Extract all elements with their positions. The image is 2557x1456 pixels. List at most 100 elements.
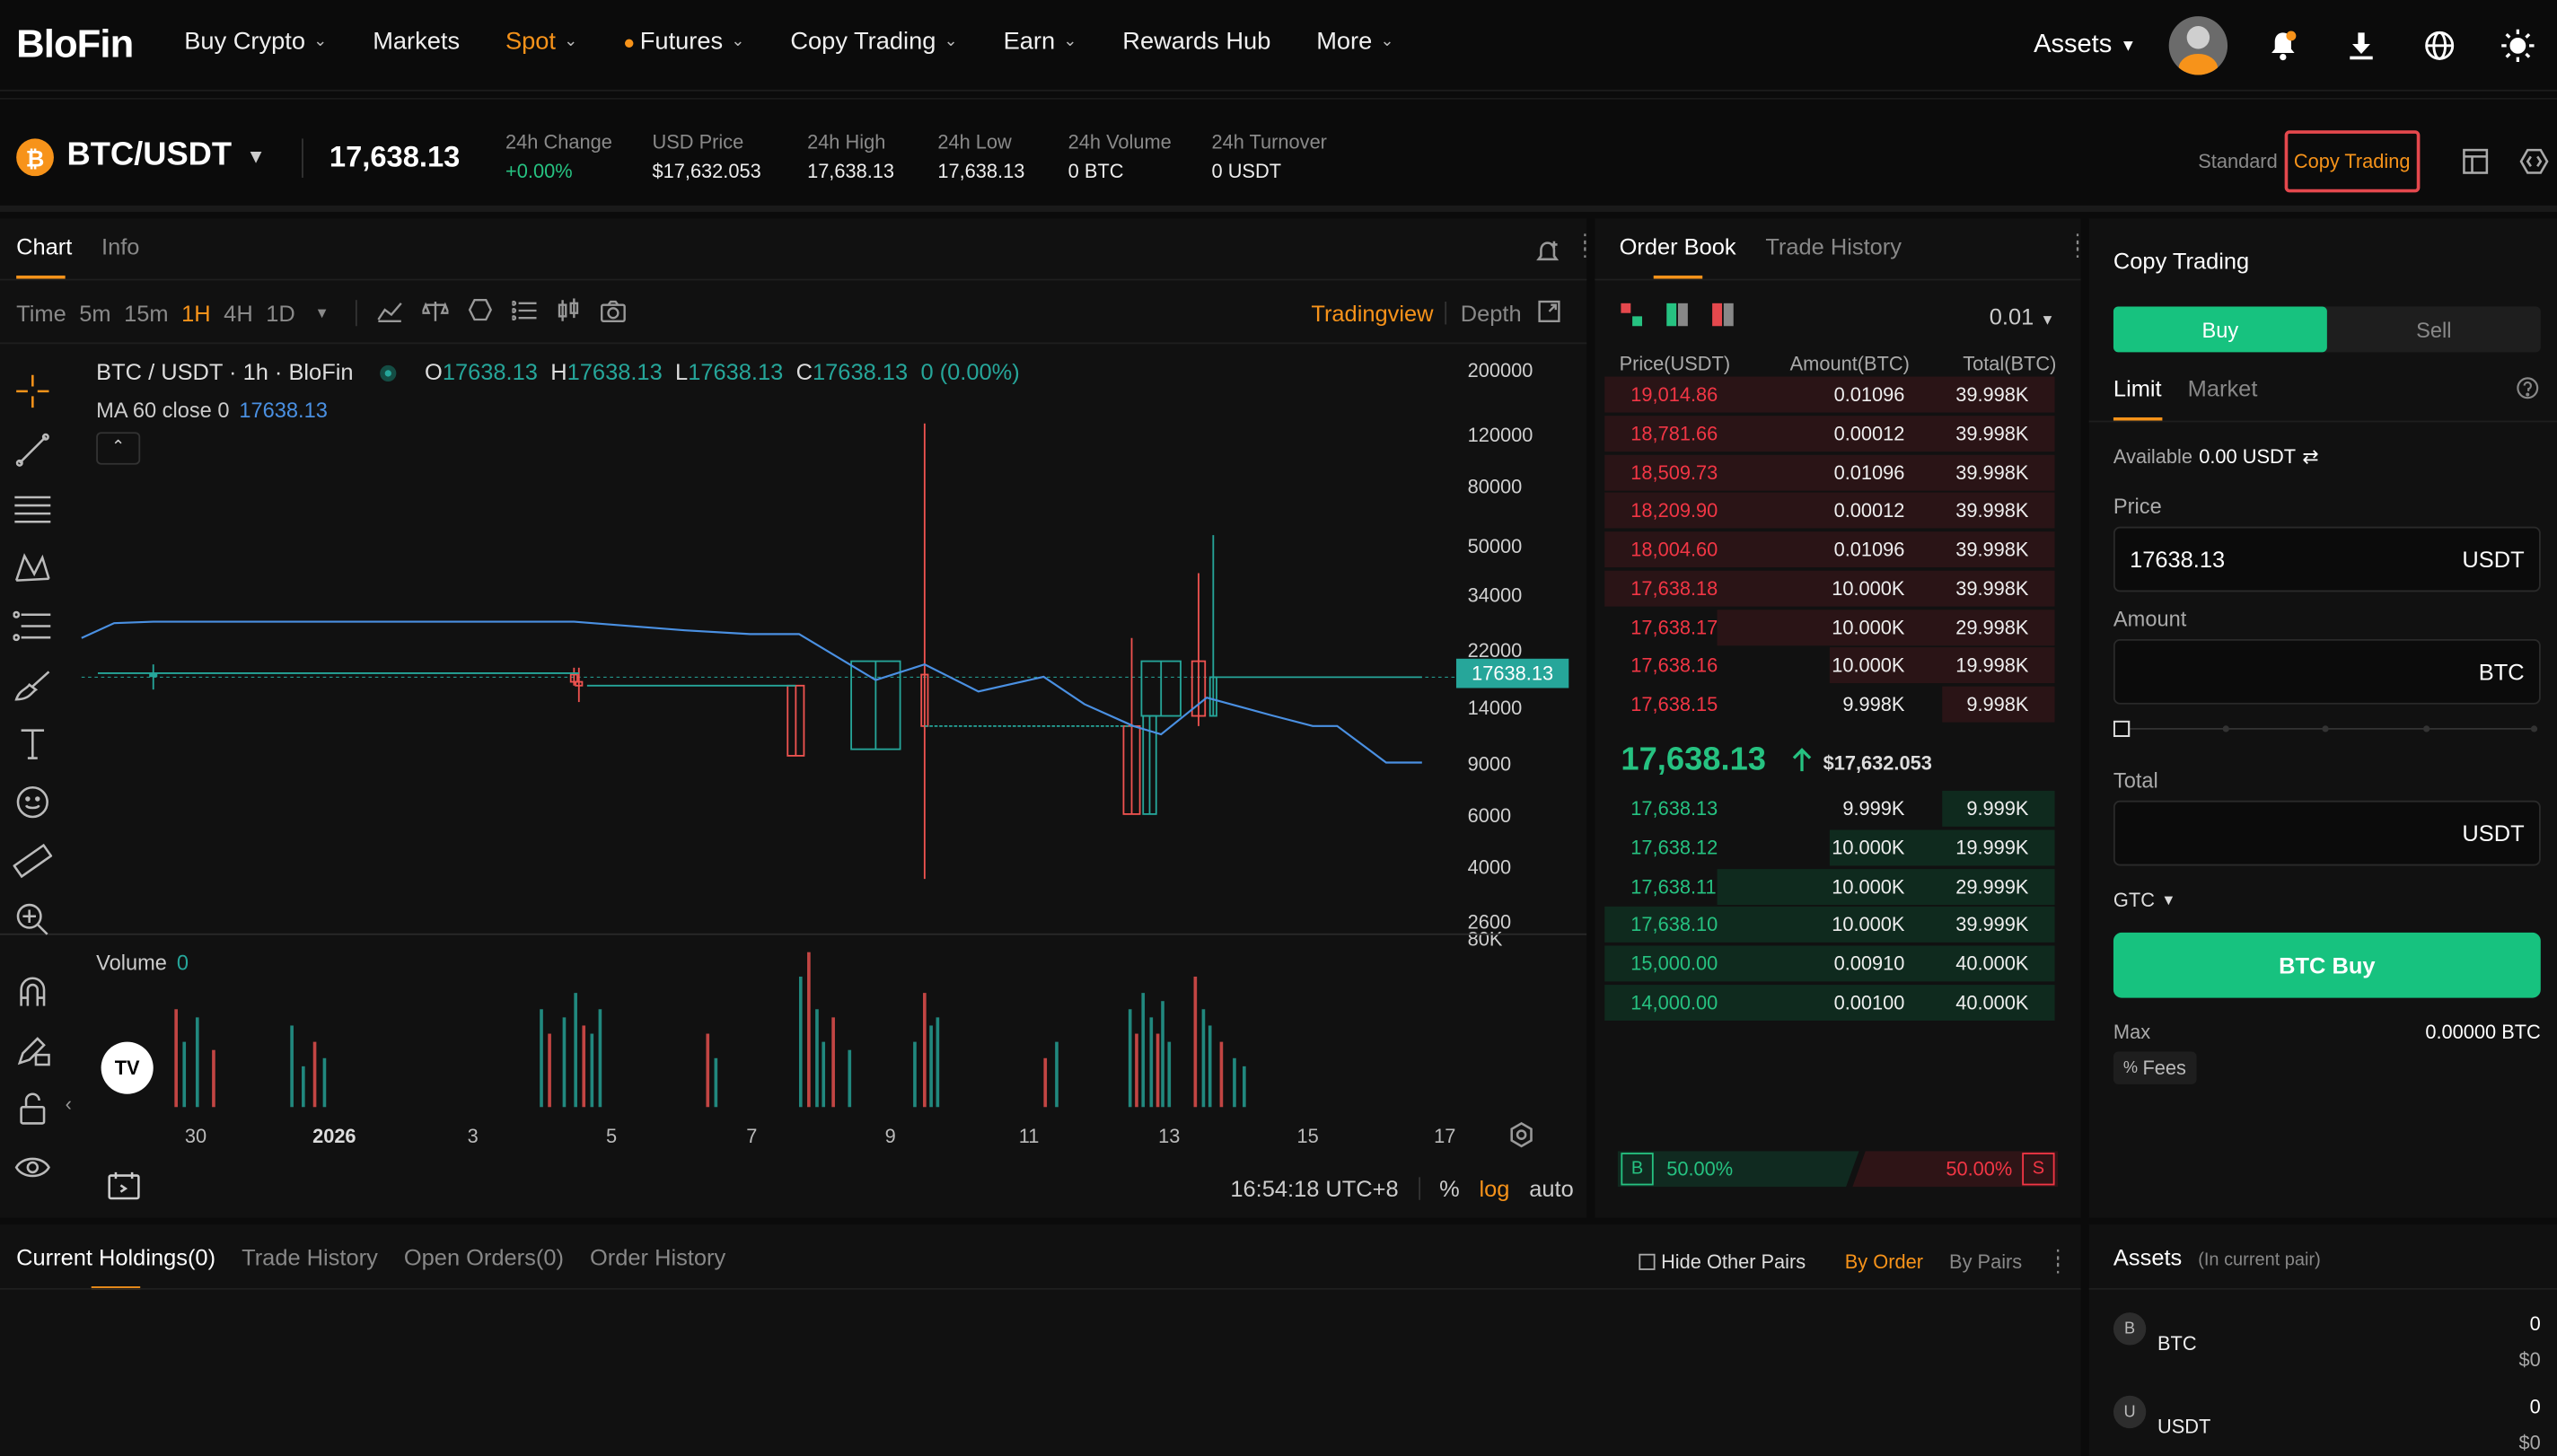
sell-tab[interactable]: Sell: [2327, 306, 2541, 352]
depth-button[interactable]: Depth: [1461, 300, 1522, 326]
ruler-icon[interactable]: [10, 831, 56, 890]
tab-trade-history[interactable]: Trade History: [242, 1244, 378, 1290]
ask-row[interactable]: 19,014.86 0.01096 39.998K: [1604, 376, 2055, 413]
timeframe-5m[interactable]: 5m: [79, 300, 110, 326]
ask-row[interactable]: 17,638.15 9.998K 9.998K: [1604, 686, 2055, 723]
bell-icon[interactable]: [2260, 22, 2306, 68]
percent-scale-button[interactable]: %: [1439, 1176, 1460, 1202]
assets-menu[interactable]: Assets ▼: [2034, 31, 2136, 61]
panel-menu-icon[interactable]: ⋮ ⋮: [2048, 1247, 2068, 1275]
total-input[interactable]: USDT: [2113, 800, 2541, 866]
bid-row[interactable]: 17,638.13 9.999K 9.999K: [1604, 790, 2055, 827]
nav-item-futures[interactable]: ● Futures ⌄: [623, 28, 744, 56]
magnet-icon[interactable]: [10, 962, 56, 1021]
chevron-down-icon[interactable]: ▼: [315, 305, 330, 321]
timeframe-1h[interactable]: 1H: [181, 300, 211, 326]
tab-current-holdings[interactable]: Current Holdings(0): [16, 1244, 215, 1290]
goto-date-icon[interactable]: [108, 1171, 140, 1205]
timeframe-15m[interactable]: 15m: [124, 300, 168, 326]
api-icon[interactable]: [2511, 138, 2557, 184]
ask-row[interactable]: 18,004.60 0.01096 39.998K: [1604, 531, 2055, 568]
emoji-icon[interactable]: [10, 773, 56, 831]
compare-icon[interactable]: [420, 299, 451, 327]
amount-slider[interactable]: [2113, 720, 2541, 737]
panel-menu-icon[interactable]: ⋮ ⋮: [1576, 232, 1595, 259]
fees-button[interactable]: % Fees: [2113, 1051, 2196, 1084]
ask-row[interactable]: 18,781.66 0.00012 39.998K: [1604, 415, 2055, 452]
candle-type-icon[interactable]: [556, 298, 580, 328]
settings-icon[interactable]: [1508, 1121, 1534, 1153]
mid-price[interactable]: 17,638.13: [1621, 741, 1766, 779]
bid-row[interactable]: 17,638.10 10.000K 39.999K: [1604, 907, 2055, 943]
tab-limit[interactable]: Limit: [2113, 375, 2162, 421]
text-tool-icon[interactable]: [10, 715, 56, 773]
panel-menu-icon[interactable]: ⋮ ⋮: [2068, 232, 2087, 259]
standard-mode-button[interactable]: Standard: [2192, 150, 2284, 172]
amount-input[interactable]: BTC: [2113, 638, 2541, 705]
bid-row[interactable]: 14,000.00 0.00100 40.000K: [1604, 984, 2055, 1021]
timeframe-4h[interactable]: 4H: [224, 300, 253, 326]
list-icon[interactable]: [511, 300, 537, 326]
timeframe-1d[interactable]: 1D: [266, 300, 295, 326]
log-scale-button[interactable]: log: [1479, 1176, 1509, 1202]
ask-row[interactable]: 18,509.73 0.01096 39.998K: [1604, 453, 2055, 490]
nav-item-markets[interactable]: Markets: [373, 28, 460, 56]
time-in-force-select[interactable]: GTC ▼: [2113, 889, 2176, 911]
tab-info[interactable]: Info: [101, 233, 139, 279]
tradingview-logo-icon[interactable]: TV: [101, 1041, 154, 1094]
layout-icon[interactable]: [2453, 138, 2499, 184]
by-order-button[interactable]: By Order: [1845, 1250, 1923, 1273]
bid-row[interactable]: 17,638.11 10.000K 29.999K: [1604, 868, 2055, 905]
bids-only-view-icon[interactable]: [1666, 303, 1689, 327]
timeframe-time[interactable]: Time: [16, 300, 66, 326]
crosshair-icon[interactable]: [10, 362, 56, 420]
tab-market[interactable]: Market: [2188, 375, 2258, 421]
pattern-icon[interactable]: [10, 538, 56, 596]
sun-icon[interactable]: [2495, 22, 2541, 68]
submit-buy-button[interactable]: BTC Buy: [2113, 932, 2541, 998]
by-pairs-button[interactable]: By Pairs: [1949, 1250, 2022, 1273]
horizontal-lines-icon[interactable]: [10, 479, 56, 538]
tab-order-history[interactable]: Order History: [590, 1244, 725, 1290]
both-sides-view-icon[interactable]: [1621, 303, 1643, 327]
edit-lock-icon[interactable]: [10, 1021, 56, 1079]
tab-trade-history[interactable]: Trade History: [1765, 233, 1902, 279]
tab-open-orders[interactable]: Open Orders(0): [404, 1244, 564, 1290]
bid-row[interactable]: 15,000.00 0.00910 40.000K: [1604, 945, 2055, 982]
fullscreen-icon[interactable]: [1538, 300, 1560, 328]
unlock-icon[interactable]: [10, 1079, 56, 1137]
help-icon[interactable]: [2517, 377, 2539, 405]
ask-row[interactable]: 18,209.90 0.00012 39.998K: [1604, 492, 2055, 529]
ask-row[interactable]: 17,638.17 10.000K 29.998K: [1604, 609, 2055, 645]
zoom-in-icon[interactable]: [10, 890, 56, 949]
pair-selector[interactable]: BTC/USDT: [66, 137, 232, 175]
tradingview-button[interactable]: Tradingview: [1311, 300, 1433, 326]
chevron-down-icon[interactable]: ▼: [246, 145, 266, 168]
nav-item-more[interactable]: More ⌄: [1316, 28, 1393, 56]
nav-item-spot[interactable]: Spot ⌄: [505, 28, 577, 56]
nav-item-copy-trading[interactable]: Copy Trading ⌄: [790, 28, 957, 56]
hide-other-pairs-checkbox[interactable]: Hide Other Pairs: [1638, 1250, 1806, 1274]
avatar[interactable]: [2168, 16, 2228, 75]
price-input[interactable]: 17638.13 USDT: [2113, 526, 2541, 592]
fib-icon[interactable]: [10, 597, 56, 655]
sidebar-collapse-icon[interactable]: ‹: [66, 1092, 72, 1115]
bid-row[interactable]: 17,638.12 10.000K 19.999K: [1604, 829, 2055, 866]
asks-only-view-icon[interactable]: [1712, 303, 1735, 327]
ask-row[interactable]: 17,638.18 10.000K 39.998K: [1604, 570, 2055, 607]
copy-trading-mode-button[interactable]: Copy Trading: [2283, 130, 2421, 193]
nav-item-earn[interactable]: Earn ⌄: [1004, 28, 1077, 56]
globe-icon[interactable]: [2417, 22, 2463, 68]
nav-item-rewards-hub[interactable]: Rewards Hub: [1122, 28, 1270, 56]
trend-line-icon[interactable]: [10, 421, 56, 479]
nav-item-buy-crypto[interactable]: Buy Crypto ⌄: [184, 28, 327, 56]
tab-order-book[interactable]: Order Book: [1620, 233, 1736, 279]
buy-tab[interactable]: Buy: [2113, 306, 2327, 353]
indicator-icon[interactable]: [377, 299, 403, 327]
auto-scale-button[interactable]: auto: [1529, 1176, 1573, 1202]
eye-icon[interactable]: [10, 1138, 56, 1197]
precision-select[interactable]: 0.01 ▼: [1990, 303, 2055, 329]
tab-chart[interactable]: Chart: [16, 233, 72, 279]
template-icon[interactable]: [468, 298, 493, 328]
download-icon[interactable]: [2339, 22, 2385, 68]
